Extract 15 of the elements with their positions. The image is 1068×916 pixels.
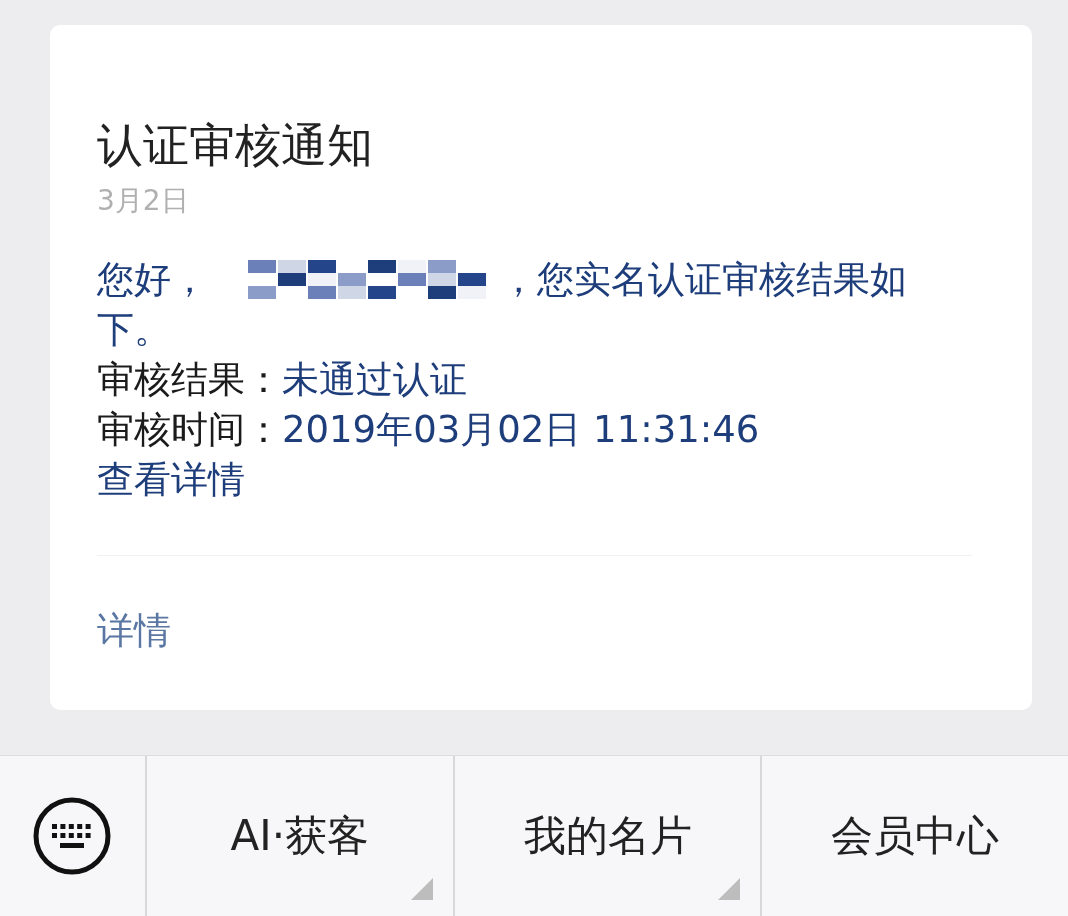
field-value: 2019年03月02日 11:31:46	[282, 407, 760, 453]
field-label: 审核结果：	[97, 357, 282, 403]
details-link[interactable]: 详情	[97, 606, 171, 656]
field-value: 未通过认证	[282, 357, 467, 403]
greeting-text: 您好，	[97, 257, 208, 303]
menu-item[interactable]: 我的名片	[452, 756, 761, 916]
card-title: 认证审核通知	[97, 117, 374, 173]
menu-item[interactable]: AI·获客	[145, 756, 453, 916]
view-details-link[interactable]: 查看详情	[97, 455, 245, 505]
menu-item[interactable]: 会员中心	[760, 756, 1068, 916]
field-label: 审核时间：	[97, 407, 282, 453]
greeting-text: 下。	[97, 307, 171, 353]
greeting-text: ，您实名认证审核结果如	[500, 257, 907, 303]
keyboard-icon[interactable]	[32, 796, 112, 876]
date-text: 3月2日	[97, 183, 190, 219]
